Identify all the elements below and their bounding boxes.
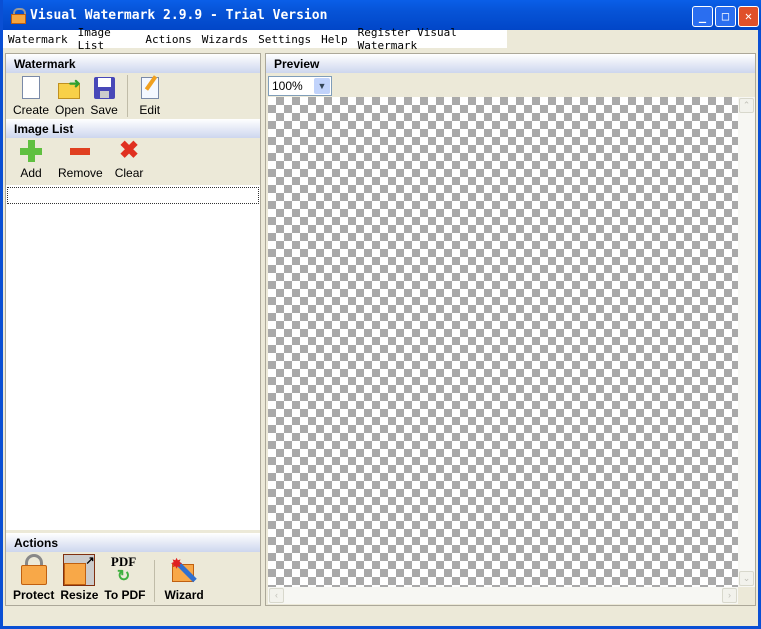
- menu-help[interactable]: Help: [316, 33, 353, 46]
- app-lock-icon: [11, 8, 26, 24]
- padlock-icon: [20, 554, 48, 586]
- wizard-button[interactable]: ✸ Wizard: [161, 554, 206, 602]
- menu-register[interactable]: Register Visual Watermark: [353, 26, 507, 52]
- menu-wizards[interactable]: Wizards: [197, 33, 253, 46]
- preview-canvas[interactable]: [268, 97, 738, 587]
- pdf-icon: PDF ↻: [110, 554, 137, 585]
- image-list-header: Image List: [6, 119, 260, 138]
- menu-watermark[interactable]: Watermark: [3, 33, 73, 46]
- remove-button[interactable]: Remove: [52, 138, 109, 180]
- list-focus-row[interactable]: [7, 187, 259, 204]
- new-document-icon: [18, 75, 44, 101]
- resize-icon: ↗: [63, 554, 96, 586]
- toolbar-separator: [126, 75, 128, 117]
- menu-image-list[interactable]: Image List: [73, 26, 141, 52]
- minimize-button[interactable]: _: [692, 6, 713, 27]
- menu-actions[interactable]: Actions: [140, 33, 196, 46]
- zoom-select[interactable]: 100% ▼: [268, 76, 332, 96]
- chevron-down-icon: ▼: [314, 78, 330, 94]
- floppy-disk-icon: [91, 75, 117, 101]
- scroll-down-icon[interactable]: ⌄: [739, 571, 754, 586]
- magic-wand-icon: ✸: [168, 554, 200, 586]
- scroll-left-icon[interactable]: ‹: [269, 588, 284, 603]
- scroll-up-icon[interactable]: ⌃: [739, 98, 754, 113]
- open-button[interactable]: ➜ Open: [52, 75, 87, 117]
- close-button[interactable]: ✕: [738, 6, 759, 27]
- save-button[interactable]: Save: [87, 75, 120, 117]
- resize-button[interactable]: ↗ Resize: [57, 554, 101, 602]
- clear-button[interactable]: ✖ Clear: [109, 137, 150, 181]
- watermark-header: Watermark: [6, 54, 260, 73]
- horizontal-scrollbar[interactable]: ‹ ›: [268, 587, 738, 604]
- window-title: Visual Watermark 2.9.9 - Trial Version: [30, 7, 328, 23]
- left-panel: Watermark Create ➜ Open Save Edit Image …: [5, 53, 261, 606]
- status-bar: [3, 608, 755, 626]
- edit-button[interactable]: Edit: [134, 75, 166, 117]
- open-folder-icon: ➜: [57, 75, 83, 101]
- menu-bar: Watermark Image List Actions Wizards Set…: [3, 26, 507, 52]
- plus-icon: [18, 138, 44, 164]
- x-icon: ✖: [118, 137, 140, 164]
- menu-settings[interactable]: Settings: [253, 33, 316, 46]
- toolbar-separator: [154, 560, 156, 602]
- preview-panel: Preview 100% ▼ ⌃ ⌄ ‹ ›: [265, 53, 756, 606]
- maximize-button[interactable]: □: [715, 6, 736, 27]
- minus-icon: [67, 138, 93, 164]
- add-button[interactable]: Add: [10, 138, 52, 180]
- protect-button[interactable]: Protect: [10, 554, 57, 602]
- to-pdf-button[interactable]: PDF ↻ To PDF: [101, 554, 148, 602]
- vertical-scrollbar[interactable]: ⌃ ⌄: [738, 97, 755, 587]
- create-button[interactable]: Create: [10, 75, 52, 117]
- edit-pencil-icon: [137, 75, 163, 101]
- actions-header: Actions: [6, 533, 260, 552]
- scroll-right-icon[interactable]: ›: [722, 588, 737, 603]
- image-list[interactable]: [6, 185, 260, 530]
- preview-header: Preview: [266, 54, 755, 73]
